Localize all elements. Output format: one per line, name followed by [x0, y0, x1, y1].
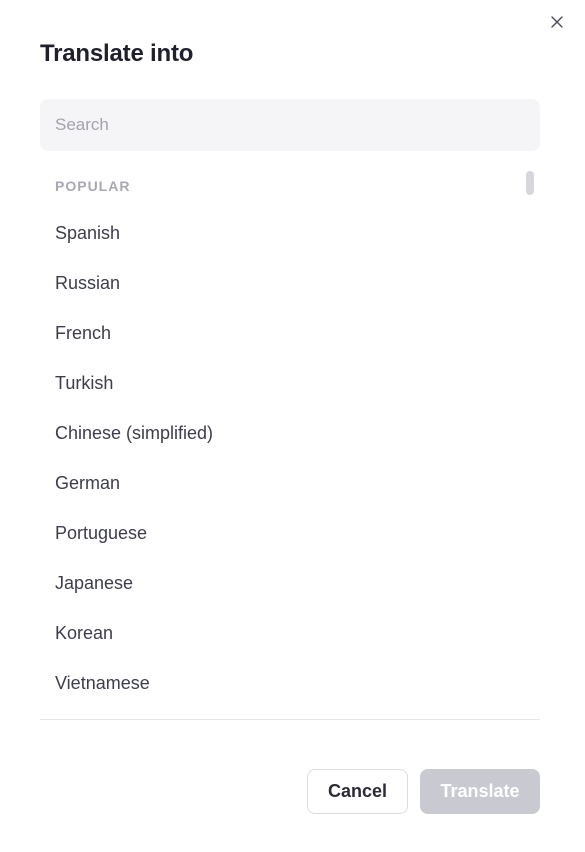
cancel-button[interactable]: Cancel: [307, 769, 408, 814]
close-button[interactable]: [547, 12, 567, 32]
dialog-title: Translate into: [40, 40, 194, 67]
list-item[interactable]: French: [40, 308, 520, 358]
list-item[interactable]: Turkish: [40, 358, 520, 408]
list-item[interactable]: Japanese: [40, 558, 520, 608]
language-list: POPULAR Spanish Russian French Turkish C…: [40, 166, 540, 718]
list-item[interactable]: Chinese (simplified): [40, 408, 520, 458]
list-item[interactable]: Vietnamese: [40, 658, 520, 708]
list-item[interactable]: Russian: [40, 258, 520, 308]
translate-dialog: Translate into POPULAR Spanish Russian F…: [0, 0, 585, 852]
close-icon: [551, 16, 563, 28]
section-header-popular: POPULAR: [55, 178, 131, 194]
language-items: Spanish Russian French Turkish Chinese (…: [40, 208, 520, 708]
translate-button[interactable]: Translate: [420, 769, 540, 814]
footer-divider: [40, 719, 540, 720]
search-input[interactable]: [40, 99, 540, 151]
list-item[interactable]: Korean: [40, 608, 520, 658]
list-item[interactable]: Portuguese: [40, 508, 520, 558]
list-scrollbar[interactable]: [526, 171, 534, 195]
list-item[interactable]: Spanish: [40, 208, 520, 258]
list-item[interactable]: German: [40, 458, 520, 508]
